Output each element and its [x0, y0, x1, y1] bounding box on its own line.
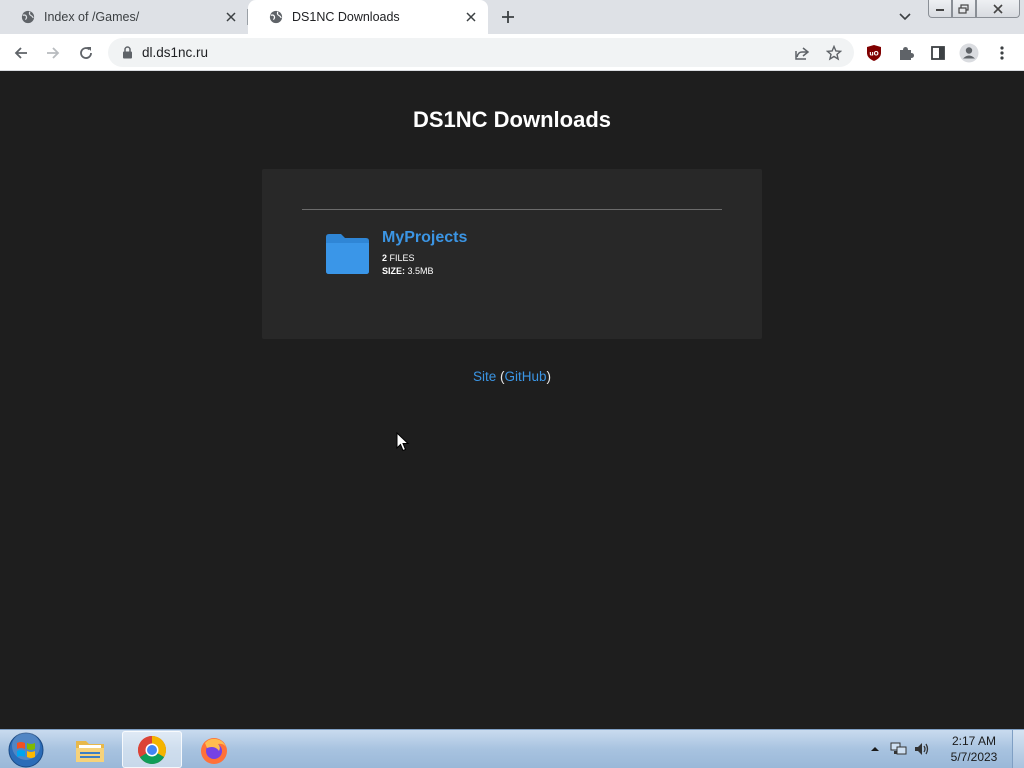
new-tab-button[interactable]	[498, 7, 518, 27]
file-count-value: 2	[382, 253, 388, 263]
puzzle-icon[interactable]	[895, 42, 917, 64]
windows-logo-icon	[8, 731, 44, 767]
reload-button[interactable]	[75, 42, 97, 64]
folder-size: SIZE: 3.5MB	[382, 266, 434, 276]
globe-icon	[268, 9, 284, 25]
file-count-label: FILES	[389, 253, 415, 263]
taskbar-chrome-button[interactable]	[122, 731, 182, 768]
tab-title: DS1NC Downloads	[292, 10, 400, 24]
globe-icon	[20, 9, 36, 25]
close-tab-icon[interactable]	[222, 8, 240, 26]
show-hidden-icons-button[interactable]	[866, 740, 884, 758]
address-bar[interactable]: dl.ds1nc.ru	[108, 38, 854, 67]
clock-time: 2:17 AM	[951, 734, 997, 748]
system-clock[interactable]: 2:17 AM 5/7/2023	[944, 733, 1004, 765]
kebab-menu-icon[interactable]	[991, 42, 1013, 64]
page-title: DS1NC Downloads	[412, 107, 612, 132]
tab-index-of-games[interactable]: Index of /Games/	[0, 0, 248, 34]
share-icon[interactable]	[792, 43, 812, 63]
clock-date: 5/7/2023	[950, 750, 998, 764]
chevron-down-icon	[899, 13, 911, 21]
reload-icon	[80, 47, 92, 59]
mouse-cursor-icon	[396, 432, 410, 452]
star-icon[interactable]	[824, 43, 844, 63]
network-icon[interactable]	[890, 740, 908, 758]
folder-item[interactable]: MyProjects 2 FILES SIZE: 3.5MB	[324, 229, 704, 289]
browser-toolbar: dl.ds1nc.ru uO	[0, 34, 1024, 71]
taskbar-explorer-button[interactable]	[60, 731, 120, 768]
divider	[302, 209, 722, 210]
page-content: DS1NC Downloads MyProjects 2 FILES SIZE:…	[0, 71, 1024, 729]
folder-file-count: 2 FILES	[382, 253, 415, 263]
svg-text:uO: uO	[869, 51, 878, 58]
ublock-icon[interactable]: uO	[863, 42, 885, 64]
back-button[interactable]	[10, 42, 32, 64]
start-button[interactable]	[6, 731, 46, 768]
arrow-right-icon	[47, 47, 60, 59]
lock-icon[interactable]	[120, 45, 134, 59]
plus-icon	[502, 11, 514, 23]
footer-links: Site (GitHub)	[0, 369, 1024, 384]
github-link[interactable]: GitHub	[505, 369, 547, 384]
window-minimize-button[interactable]	[928, 0, 952, 18]
tab-title: Index of /Games/	[44, 10, 140, 24]
firefox-icon	[201, 737, 227, 764]
side-panel-icon[interactable]	[927, 42, 949, 64]
folder-icon	[76, 740, 104, 762]
size-value: 3.5MB	[407, 266, 434, 276]
folder-icon[interactable]	[324, 233, 370, 275]
tab-ds1nc-downloads[interactable]: DS1NC Downloads	[248, 0, 488, 34]
show-desktop-button[interactable]	[1012, 730, 1024, 768]
folder-link[interactable]: MyProjects	[382, 229, 467, 247]
close-tab-icon[interactable]	[462, 8, 480, 26]
chevron-up-icon	[871, 747, 879, 751]
volume-icon[interactable]	[913, 740, 931, 758]
arrow-left-icon	[14, 47, 27, 59]
windows-taskbar: 2:17 AM 5/7/2023	[0, 729, 1024, 768]
tab-strip: Index of /Games/ DS1NC Downloads	[0, 0, 1024, 34]
downloads-panel: MyProjects 2 FILES SIZE: 3.5MB	[262, 169, 762, 339]
tab-search-button[interactable]	[895, 8, 915, 26]
profile-icon[interactable]	[958, 42, 980, 64]
size-label: SIZE:	[382, 266, 406, 276]
window-close-button[interactable]	[976, 0, 1020, 18]
url-text[interactable]: dl.ds1nc.ru	[142, 45, 208, 60]
site-link[interactable]: Site	[473, 369, 496, 384]
chrome-icon	[138, 735, 166, 764]
window-restore-button[interactable]	[952, 0, 976, 18]
close-paren: )	[546, 369, 552, 384]
taskbar-firefox-button[interactable]	[184, 731, 244, 768]
forward-button[interactable]	[42, 42, 64, 64]
